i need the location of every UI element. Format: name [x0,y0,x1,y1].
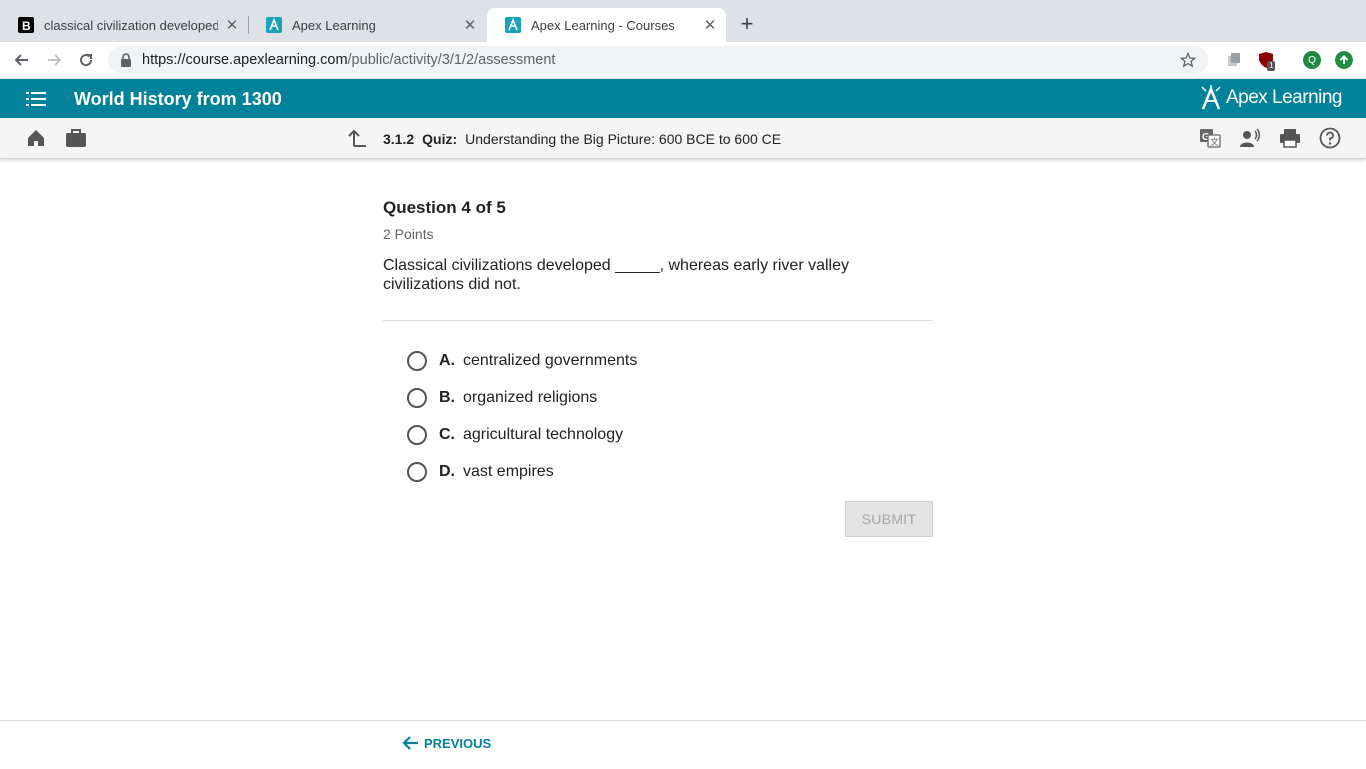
close-tab-icon[interactable]: ✕ [702,17,718,34]
left-arrow-icon [402,736,418,750]
bookmark-star-icon[interactable] [1180,52,1196,68]
option-text: organized religions [463,388,598,406]
forward-arrow-icon[interactable] [44,50,64,70]
url-host: https://course.apexlearning.com [142,52,348,68]
activity-number: 3.1.2 [383,131,415,147]
option-text: vast empires [463,462,554,480]
browser-tab-apex-courses[interactable]: Apex Learning - Courses ✕ [487,8,726,42]
answer-option-b[interactable]: B. organized religions [407,379,933,416]
question-text: Classical civilizations developed _____,… [383,257,849,293]
option-letter: B. [439,388,455,406]
print-icon[interactable] [1279,127,1301,149]
menu-list-icon[interactable] [26,91,46,107]
footer-nav: PREVIOUS [0,720,1366,769]
radio-button[interactable] [407,424,427,445]
submit-button[interactable]: SUBMIT [845,501,933,537]
extension-badge: 1 [1267,61,1276,71]
reload-icon[interactable] [76,50,96,70]
extension-copy-icon[interactable] [1225,51,1243,69]
option-letter: C. [439,425,455,443]
up-arrow-icon[interactable] [347,127,369,149]
apex-favicon-icon [505,17,521,33]
question-heading: Question 4 of 5 [383,198,506,217]
help-icon[interactable] [1319,127,1341,149]
radio-button[interactable] [407,350,427,371]
activity-toolbar: 3.1.2 Quiz: Understanding the Big Pictur… [0,118,1366,159]
profile-avatar[interactable]: Q [1303,51,1321,69]
home-icon[interactable] [25,127,47,149]
question-panel: Question 4 of 5 2 Points Classical civil… [383,198,933,490]
update-arrow-icon[interactable] [1335,51,1353,69]
close-tab-icon[interactable]: ✕ [224,17,240,34]
brainly-favicon-icon: B [18,17,34,33]
option-text: centralized governments [463,351,638,369]
close-tab-icon[interactable]: ✕ [462,17,478,34]
answer-option-c[interactable]: C. agricultural technology [407,416,933,453]
svg-text:文: 文 [1210,136,1219,147]
radio-button[interactable] [407,387,427,408]
apex-favicon-icon [266,17,282,33]
apex-logo-icon [1201,85,1221,110]
translate-icon[interactable]: G文 [1199,127,1221,149]
address-bar[interactable]: https://course.apexlearning.com/public/a… [108,46,1208,74]
answer-option-a[interactable]: A. centralized governments [407,342,933,379]
lock-icon [121,53,131,67]
question-points: 2 Points [383,226,434,242]
answer-options: A. centralized governments B. organized … [383,342,933,490]
course-title: World History from 1300 [74,89,282,109]
tab-title: Apex Learning [292,17,376,33]
breadcrumb: 3.1.2 Quiz: Understanding the Big Pictur… [383,131,781,147]
browser-tab-brainly[interactable]: B classical civilization developed ✕ [0,8,248,42]
brand-name: Apex Learning [1225,87,1343,108]
browser-tab-apex[interactable]: Apex Learning ✕ [248,8,486,42]
radio-button[interactable] [407,461,427,482]
browser-tab-strip: B classical civilization developed ✕ Ape… [0,0,1366,42]
url-path: /public/activity/3/1/2/assessment [347,52,556,68]
extension-shield[interactable]: 1 [1257,51,1277,71]
new-tab-icon[interactable]: + [737,13,757,35]
briefcase-icon[interactable] [65,127,87,149]
option-text: agricultural technology [463,425,624,443]
back-arrow-icon[interactable] [12,50,32,70]
activity-type: Quiz: [422,131,458,147]
option-letter: D. [439,462,455,480]
app-header: World History from 1300 Apex Learning [0,79,1366,118]
apex-learning-logo: Apex Learning [1200,85,1343,111]
answer-option-d[interactable]: D. vast empires [407,453,933,490]
previous-button[interactable]: PREVIOUS [402,735,491,751]
activity-title: Understanding the Big Picture: 600 BCE t… [465,131,782,147]
profile-initial: Q [1308,54,1316,66]
text-to-speech-icon[interactable] [1239,127,1261,149]
previous-label: PREVIOUS [424,735,492,751]
svg-text:B: B [22,19,31,33]
tab-title: classical civilization developed [44,17,218,33]
option-letter: A. [439,351,455,369]
divider [383,320,933,321]
browser-toolbar: https://course.apexlearning.com/public/a… [0,42,1366,79]
tab-title: Apex Learning - Courses [531,17,675,33]
